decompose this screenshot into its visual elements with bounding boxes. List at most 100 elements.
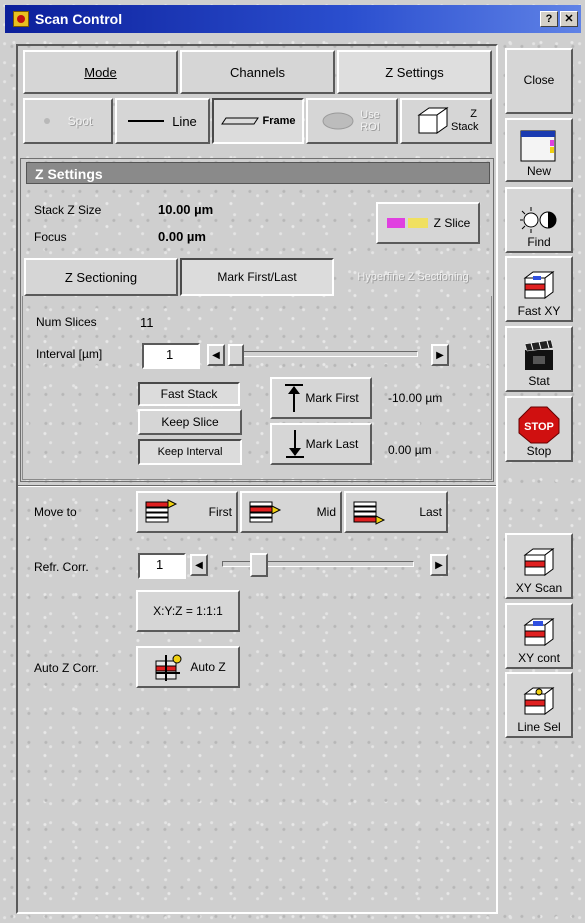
auto-z-label: Auto Z: [190, 660, 226, 674]
move-last-label: Last: [419, 505, 442, 519]
line-label: Line: [172, 113, 197, 129]
mark-last-icon: [285, 430, 304, 458]
stop-label: Stop: [526, 444, 552, 458]
fast-xy-label: Fast XY: [517, 304, 561, 318]
spot-mode-button[interactable]: Spot: [23, 98, 113, 144]
help-button[interactable]: ?: [540, 11, 558, 27]
new-window-icon: [520, 130, 556, 162]
separator: [18, 485, 496, 487]
fast-stack-label: Fast Stack: [160, 387, 218, 401]
stack-z-size-label: Stack Z Size: [34, 203, 102, 217]
clapperboard-icon: [524, 339, 554, 370]
line-sel-button[interactable]: Line Sel: [505, 672, 573, 738]
frame-label: Frame: [262, 115, 296, 127]
move-last-button[interactable]: Last: [344, 491, 448, 533]
app-icon: [13, 11, 29, 27]
refr-slider-left-button[interactable]: ◀: [190, 554, 208, 576]
stop-sign-icon: STOP: [518, 406, 560, 444]
z-slice-icon: [386, 218, 428, 228]
xy-scan-label: XY Scan: [515, 581, 563, 595]
window-close-button[interactable]: ✕: [560, 11, 578, 27]
stack-first-icon: [145, 499, 178, 523]
cube-icon: [417, 107, 449, 134]
interval-slider-track[interactable]: [232, 351, 418, 357]
xy-scan-icon: [523, 548, 555, 576]
auto-z-button[interactable]: Auto Z: [136, 646, 240, 688]
mark-first-label: Mark First: [305, 391, 359, 405]
interval-label: Interval [µm]: [36, 347, 103, 361]
interval-slider-right-button[interactable]: ▶: [431, 344, 449, 366]
keep-interval-button[interactable]: Keep Interval: [138, 439, 242, 465]
tab-mark-first-last-label: Mark First/Last: [217, 270, 297, 284]
mark-first-icon: [285, 384, 304, 412]
find-button[interactable]: Find: [505, 187, 573, 253]
fast-xy-button[interactable]: Fast XY: [505, 256, 573, 322]
tab-z-settings[interactable]: Z Settings: [337, 50, 492, 94]
z-settings-header: Z Settings: [26, 162, 490, 184]
keep-slice-label: Keep Slice: [161, 415, 219, 429]
refr-corr-input[interactable]: 1: [138, 553, 186, 579]
auto-z-corr-label: Auto Z Corr.: [34, 661, 99, 675]
interval-slider-left-button[interactable]: ◀: [207, 344, 225, 366]
close-label: Close: [523, 73, 555, 87]
interval-input-value: 1: [166, 347, 174, 362]
brightness-icon: [520, 207, 557, 233]
tab-hyperfine-z[interactable]: Hyperfine Z Sectioning: [336, 258, 490, 296]
line-sel-icon: [523, 687, 555, 715]
z-slice-label: Z Slice: [433, 216, 471, 230]
focus-label: Focus: [34, 230, 67, 244]
roi-icon: [322, 112, 354, 130]
spot-label: Spot: [67, 114, 93, 128]
stat-button[interactable]: Stat: [505, 326, 573, 392]
new-label: New: [526, 164, 551, 178]
move-first-button[interactable]: First: [136, 491, 238, 533]
stack-z-size-value: 10.00 µm: [158, 202, 214, 217]
new-button[interactable]: New: [505, 118, 573, 182]
roi-label: Use ROI: [360, 109, 380, 133]
line-icon: [128, 120, 165, 122]
tab-mode[interactable]: Mode: [23, 50, 178, 94]
xyz-ratio-button[interactable]: X:Y:Z = 1:1:1: [136, 590, 240, 632]
focus-value: 0.00 µm: [158, 229, 206, 244]
auto-z-icon: [155, 654, 182, 681]
refr-slider-right-button[interactable]: ▶: [430, 554, 448, 576]
interval-slider-thumb[interactable]: [228, 344, 244, 366]
stop-button[interactable]: STOP Stop: [505, 396, 573, 462]
frame-icon: [221, 117, 260, 125]
z-slice-button[interactable]: Z Slice: [376, 202, 480, 244]
tab-z-sectioning[interactable]: Z Sectioning: [24, 258, 178, 296]
frame-mode-button[interactable]: Frame: [212, 98, 304, 144]
spot-icon: [43, 118, 50, 124]
z-stack-label: Z Stack: [451, 108, 479, 133]
xy-scan-button[interactable]: XY Scan: [505, 533, 573, 599]
fast-stack-button[interactable]: Fast Stack: [138, 382, 240, 406]
tab-mode-label: Mode: [84, 64, 117, 80]
find-label: Find: [527, 235, 551, 249]
xy-cont-label: XY cont: [518, 651, 560, 665]
close-button[interactable]: Close: [505, 48, 573, 114]
move-mid-label: Mid: [316, 505, 336, 519]
mark-first-button[interactable]: Mark First: [270, 377, 372, 419]
tab-channels[interactable]: Channels: [180, 50, 335, 94]
tab-mark-first-last[interactable]: Mark First/Last: [180, 258, 334, 296]
line-mode-button[interactable]: Line: [115, 98, 210, 144]
move-mid-button[interactable]: Mid: [240, 491, 342, 533]
mark-last-label: Mark Last: [305, 437, 359, 451]
stop-sign-text: STOP: [524, 421, 554, 433]
mark-last-button[interactable]: Mark Last: [270, 423, 372, 465]
z-stack-mode-button[interactable]: Z Stack: [400, 98, 492, 144]
refr-corr-label: Refr. Corr.: [34, 560, 89, 574]
refr-slider-thumb[interactable]: [250, 553, 268, 577]
move-first-label: First: [208, 505, 232, 519]
fast-xy-icon: [523, 271, 555, 299]
xy-cont-icon: [523, 618, 555, 646]
tab-z-sectioning-label: Z Sectioning: [64, 269, 138, 285]
mark-first-value: -10.00 µm: [388, 391, 443, 405]
roi-mode-button[interactable]: Use ROI: [306, 98, 398, 144]
stat-label: Stat: [528, 374, 550, 388]
xy-cont-button[interactable]: XY cont: [505, 603, 573, 669]
window-title: Scan Control: [35, 11, 123, 27]
interval-input[interactable]: 1: [142, 343, 200, 369]
keep-slice-button[interactable]: Keep Slice: [138, 409, 242, 435]
refr-corr-value: 1: [156, 557, 164, 572]
